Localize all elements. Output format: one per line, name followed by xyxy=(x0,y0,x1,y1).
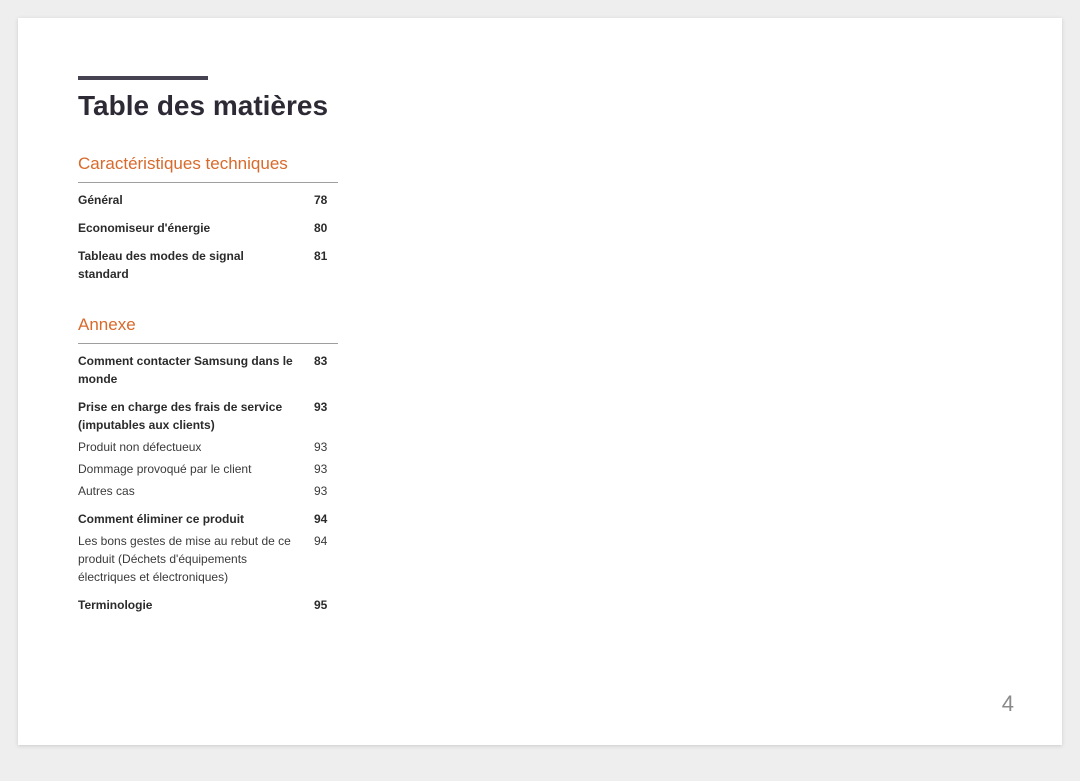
toc-entry[interactable]: Comment éliminer ce produit 94 xyxy=(78,510,338,528)
toc-entry-label: Produit non défectueux xyxy=(78,438,314,456)
toc-entry[interactable]: Prise en charge des frais de service (im… xyxy=(78,398,338,434)
toc-entry[interactable]: Les bons gestes de mise au rebut de ce p… xyxy=(78,532,338,586)
toc-entry-label: Dommage provoqué par le client xyxy=(78,460,314,478)
toc-entry-label: Autres cas xyxy=(78,482,314,500)
toc-entry-label: Economiseur d'énergie xyxy=(78,219,314,237)
toc-entry-label: Les bons gestes de mise au rebut de ce p… xyxy=(78,532,314,586)
section-rule xyxy=(78,343,338,344)
toc-entry-page: 94 xyxy=(314,532,338,550)
toc-entry[interactable]: Comment contacter Samsung dans le monde … xyxy=(78,352,338,388)
toc-list-caracteristiques: Général 78 Economiseur d'énergie 80 Tabl… xyxy=(78,191,338,283)
toc-entry-page: 93 xyxy=(314,460,338,478)
toc-entry[interactable]: Dommage provoqué par le client 93 xyxy=(78,460,338,478)
toc-entry[interactable]: Economiseur d'énergie 80 xyxy=(78,219,338,237)
toc-entry-label: Général xyxy=(78,191,314,209)
title-rule xyxy=(78,76,208,80)
toc-entry[interactable]: Terminologie 95 xyxy=(78,596,338,614)
document-page: Table des matières Caractéristiques tech… xyxy=(18,18,1062,745)
toc-entry-page: 93 xyxy=(314,438,338,456)
toc-entry-page: 93 xyxy=(314,398,338,416)
page-title: Table des matières xyxy=(78,90,1002,122)
toc-entry[interactable]: Général 78 xyxy=(78,191,338,209)
section-heading-annexe: Annexe xyxy=(78,315,338,337)
toc-entry-page: 93 xyxy=(314,482,338,500)
section-heading-caracteristiques: Caractéristiques techniques xyxy=(78,154,338,176)
toc-entry-page: 81 xyxy=(314,247,338,265)
toc-entry[interactable]: Tableau des modes de signal standard 81 xyxy=(78,247,338,283)
toc-entry-label: Comment éliminer ce produit xyxy=(78,510,314,528)
toc-entry-page: 83 xyxy=(314,352,338,370)
toc-entry-label: Prise en charge des frais de service (im… xyxy=(78,398,314,434)
page-number: 4 xyxy=(1002,691,1014,717)
toc-column: Caractéristiques techniques Général 78 E… xyxy=(78,154,338,614)
toc-entry-page: 78 xyxy=(314,191,338,209)
toc-entry-label: Terminologie xyxy=(78,596,314,614)
toc-entry-label: Comment contacter Samsung dans le monde xyxy=(78,352,314,388)
section-rule xyxy=(78,182,338,183)
toc-entry[interactable]: Produit non défectueux 93 xyxy=(78,438,338,456)
toc-list-annexe: Comment contacter Samsung dans le monde … xyxy=(78,352,338,614)
toc-entry-page: 94 xyxy=(314,510,338,528)
toc-entry-label: Tableau des modes de signal standard xyxy=(78,247,314,283)
toc-entry-page: 80 xyxy=(314,219,338,237)
toc-entry-page: 95 xyxy=(314,596,338,614)
toc-entry[interactable]: Autres cas 93 xyxy=(78,482,338,500)
